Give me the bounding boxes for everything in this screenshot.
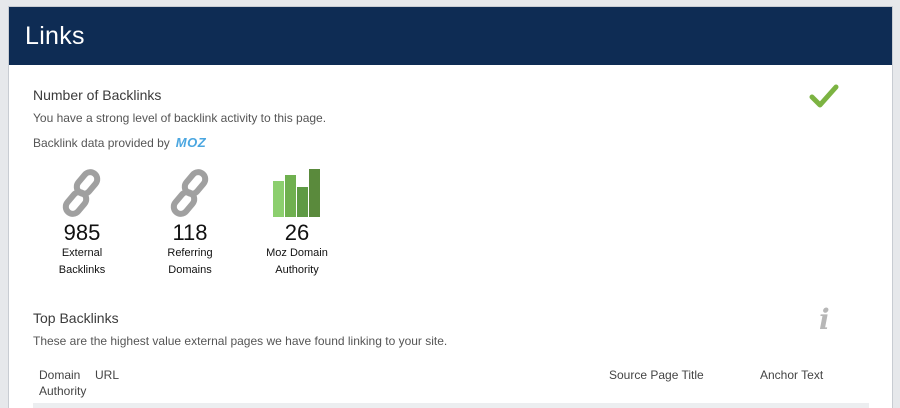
links-card: Links Number of Backlinks You have a str… — [8, 6, 893, 408]
metric-label-line1: Referring — [167, 247, 213, 259]
metric-label-line1: External — [61, 247, 103, 259]
column-domain-authority-line2: Authority — [39, 384, 87, 398]
column-anchor-text[interactable]: Anchor Text — [760, 367, 823, 383]
top-backlinks-title: Top Backlinks — [33, 310, 119, 326]
check-icon — [809, 83, 839, 114]
card-title: Links — [25, 21, 85, 50]
metric-label-line2: Domains — [168, 264, 212, 276]
column-url[interactable]: URL — [95, 367, 119, 383]
metric-value: 118 — [172, 220, 208, 245]
metric-label-line2: Authority — [275, 264, 319, 276]
chain-link-icon — [62, 169, 101, 217]
table-header-divider — [33, 403, 869, 408]
provided-by-text: Backlink data provided by — [33, 135, 170, 150]
column-domain-authority[interactable]: Domain Authority — [39, 367, 86, 399]
card-header: Links — [9, 7, 892, 65]
column-domain-authority-line1: Domain — [39, 368, 81, 382]
backlinks-description: You have a strong level of backlink acti… — [33, 111, 327, 125]
info-icon[interactable]: i — [819, 303, 830, 336]
metric-value: 985 — [63, 220, 101, 245]
moz-logo: MOZ — [175, 135, 207, 150]
top-backlinks-description: These are the highest value external pag… — [33, 334, 448, 348]
metric-label-line2: Backlinks — [58, 264, 106, 276]
backlinks-section-title: Number of Backlinks — [33, 87, 162, 103]
column-source-page-title[interactable]: Source Page Title — [609, 367, 704, 383]
metric-referring-domains: 118 Referring Domains — [145, 167, 235, 279]
chain-link-icon — [170, 169, 209, 217]
metric-label-line1: Moz Domain — [266, 247, 328, 259]
metric-value: 26 — [284, 220, 310, 245]
bar-chart-icon — [273, 169, 320, 217]
provider-attribution: Backlink data provided by MOZ — [33, 135, 206, 150]
metric-moz-domain-authority: 26 Moz Domain Authority — [252, 167, 342, 279]
metric-external-backlinks: 985 External Backlinks — [37, 167, 127, 279]
